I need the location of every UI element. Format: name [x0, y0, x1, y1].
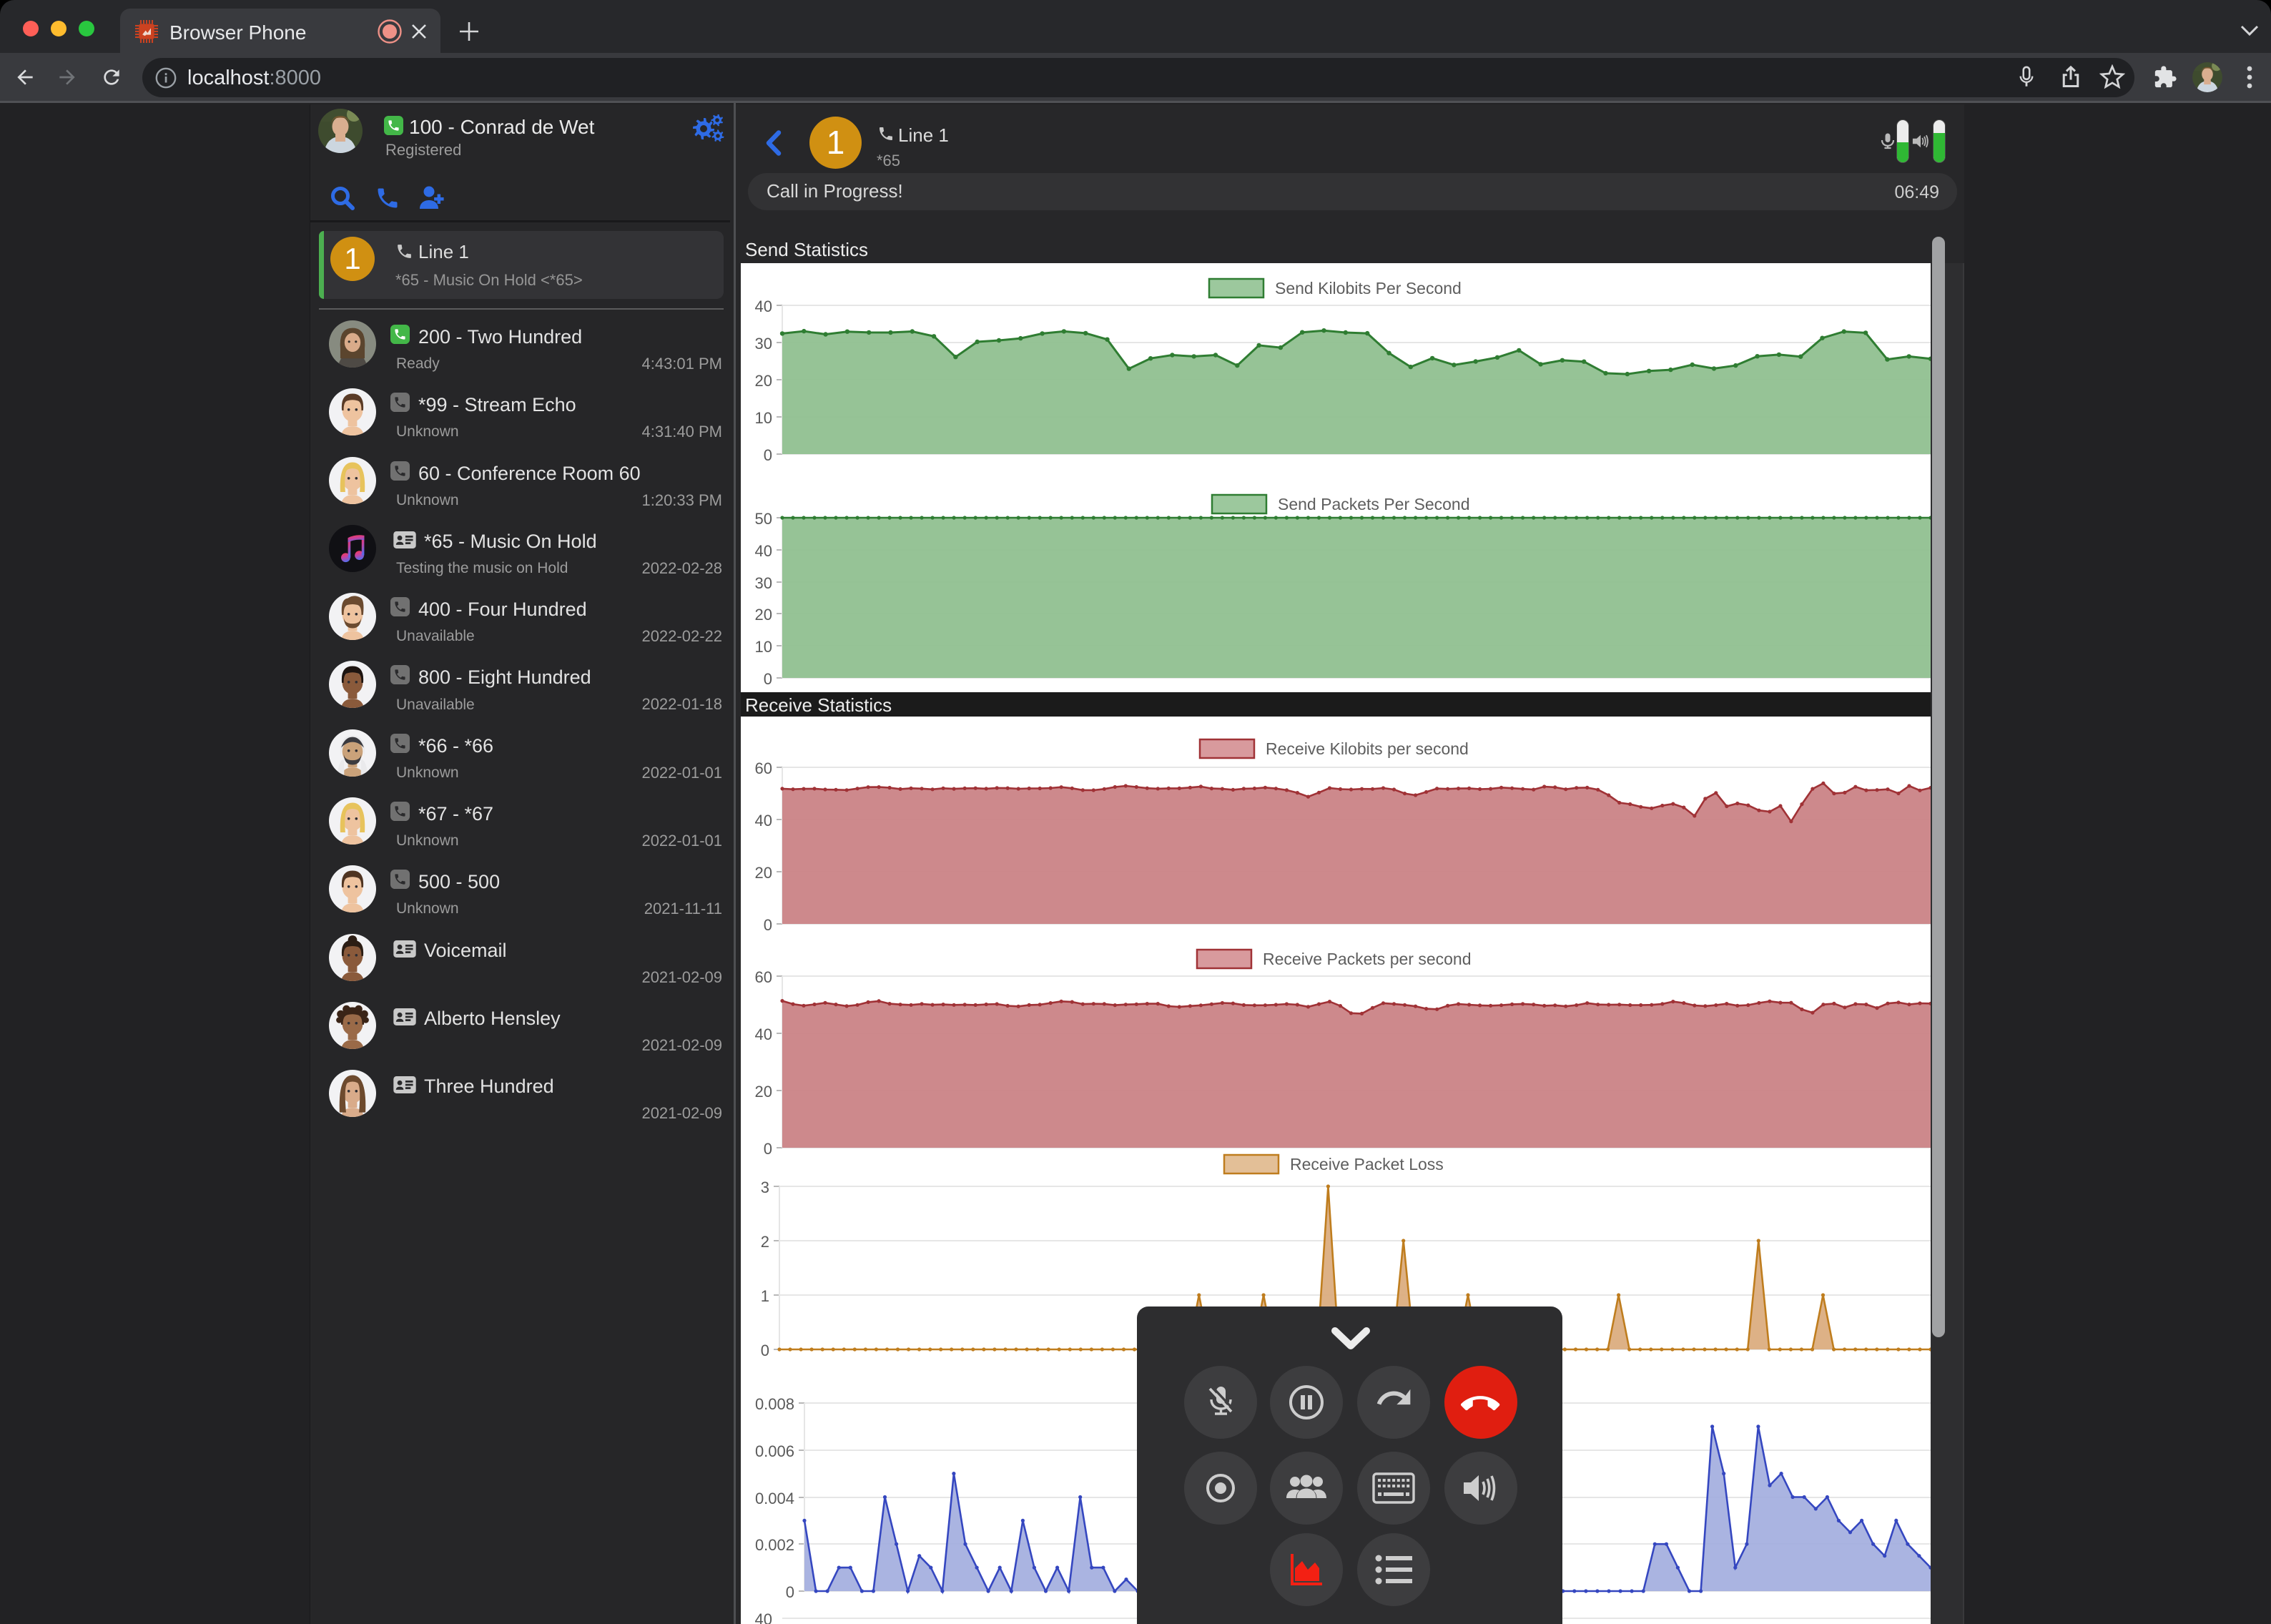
svg-text:Receive Packet Loss: Receive Packet Loss: [1290, 1155, 1444, 1173]
svg-text:10: 10: [755, 409, 772, 427]
svg-text:Receive Kilobits per second: Receive Kilobits per second: [1266, 739, 1469, 758]
svg-text:40: 40: [755, 812, 772, 830]
svg-text:20: 20: [755, 1083, 772, 1101]
svg-text:0.006: 0.006: [755, 1442, 794, 1460]
svg-text:0: 0: [764, 916, 772, 934]
svg-text:1: 1: [761, 1287, 769, 1305]
svg-text:0: 0: [786, 1583, 794, 1601]
svg-text:2: 2: [761, 1233, 769, 1251]
svg-text:0: 0: [764, 446, 772, 464]
svg-text:40: 40: [755, 297, 772, 315]
svg-text:40: 40: [755, 1025, 772, 1043]
svg-text:0: 0: [761, 1342, 769, 1359]
svg-text:Receive Statistics: Receive Statistics: [745, 694, 892, 716]
svg-text:0.004: 0.004: [755, 1490, 794, 1507]
svg-text:60: 60: [755, 759, 772, 777]
svg-text:0: 0: [764, 1140, 772, 1158]
svg-text:3: 3: [761, 1178, 769, 1196]
svg-text:40: 40: [755, 1610, 772, 1624]
svg-text:50: 50: [755, 510, 772, 528]
svg-text:0.002: 0.002: [755, 1536, 794, 1554]
svg-text:Receive Packets per second: Receive Packets per second: [1263, 950, 1472, 968]
svg-text:Send Packets Per Second: Send Packets Per Second: [1278, 495, 1470, 513]
svg-text:10: 10: [755, 638, 772, 656]
svg-text:0.008: 0.008: [755, 1395, 794, 1413]
svg-text:30: 30: [755, 335, 772, 353]
svg-text:20: 20: [755, 864, 772, 882]
svg-text:40: 40: [755, 542, 772, 560]
svg-text:60: 60: [755, 968, 772, 986]
svg-text:20: 20: [755, 606, 772, 624]
svg-text:Send Kilobits Per Second: Send Kilobits Per Second: [1275, 279, 1462, 297]
svg-text:20: 20: [755, 372, 772, 390]
svg-text:30: 30: [755, 574, 772, 592]
svg-text:0: 0: [764, 670, 772, 688]
